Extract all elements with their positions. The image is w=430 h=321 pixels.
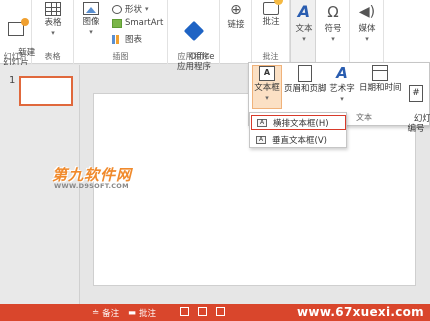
text-group-label: 文本 xyxy=(356,113,372,122)
group-slides: 新建 幻灯片 幻灯片 xyxy=(0,0,35,68)
group-links: ⊕ 链接 xyxy=(220,0,252,64)
text-icon: A xyxy=(297,2,311,21)
shapes-button[interactable]: 形状 ▾ xyxy=(112,3,149,15)
header-footer-icon xyxy=(298,65,312,82)
textbox-submenu: A 横排文本框(H) A 垂直文本框(V) xyxy=(249,112,347,148)
calendar-icon xyxy=(372,65,388,81)
reading-view-icon xyxy=(216,307,225,316)
slide-sorter-icon xyxy=(198,307,207,316)
office-icon xyxy=(183,20,205,42)
comment-icon xyxy=(263,0,283,15)
chevron-down-icon: ▾ xyxy=(302,35,306,43)
chevron-down-icon: ▾ xyxy=(365,35,369,43)
comment-button[interactable]: 批注 xyxy=(258,0,284,27)
group-label-apps: 应用程序 xyxy=(177,52,210,61)
table-button[interactable]: 表格 ▾ xyxy=(42,2,64,38)
notes-button[interactable]: ≐ 备注 xyxy=(92,307,119,319)
vertical-textbox-icon: A xyxy=(256,135,266,144)
chart-icon xyxy=(112,34,122,44)
table-icon xyxy=(45,2,61,16)
comments-button[interactable]: ▬ 批注 xyxy=(128,307,156,319)
slide-number-icon: # xyxy=(409,85,423,102)
group-images: 图像 ▾ 形状 ▾ SmartArt 图表 插图 xyxy=(74,0,168,64)
group-comments: 批注 批注 xyxy=(252,0,290,64)
smartart-icon xyxy=(112,18,122,28)
vertical-textbox-item[interactable]: A 垂直文本框(V) xyxy=(251,132,346,147)
media-button[interactable]: ◀) 媒体 ▾ xyxy=(356,2,378,44)
symbols-button[interactable]: Ω 符号 ▾ xyxy=(322,2,344,44)
office-apps-button[interactable]: Office 应用程序 xyxy=(172,2,216,82)
chart-button[interactable]: 图表 xyxy=(112,33,142,45)
image-icon xyxy=(83,2,99,15)
watermark-url: WWW.D9SOFT.COM xyxy=(54,182,129,190)
chevron-down-icon: ▾ xyxy=(340,95,344,103)
link-button[interactable]: ⊕ 链接 xyxy=(224,2,248,30)
horizontal-textbox-item[interactable]: A 横排文本框(H) xyxy=(251,115,346,130)
group-tables: 表格 ▾ 表格 xyxy=(32,0,74,64)
chevron-down-icon: ▾ xyxy=(51,29,55,37)
wordart-icon: A xyxy=(336,64,348,82)
chevron-down-icon: ▾ xyxy=(331,35,335,43)
site-url: www.67xuexi.com xyxy=(297,305,424,319)
smartart-button[interactable]: SmartArt xyxy=(112,18,163,28)
text-button: A 文本 ▾ xyxy=(293,2,315,44)
normal-view-icon xyxy=(180,307,189,316)
omega-icon: Ω xyxy=(327,3,339,21)
horizontal-textbox-icon: A xyxy=(257,118,267,127)
group-label-comments: 批注 xyxy=(262,52,279,61)
group-label-images: 插图 xyxy=(112,52,129,61)
ribbon: 新建 幻灯片 幻灯片 表格 ▾ 表格 图像 ▾ 形状 ▾ SmartArt 图表 xyxy=(0,0,430,72)
group-label-tables: 表格 xyxy=(44,52,61,61)
group-label-slides: 幻灯片 xyxy=(3,52,28,61)
speaker-icon: ◀) xyxy=(358,4,376,20)
slide-thumbnail[interactable] xyxy=(19,76,73,106)
slide-number-button[interactable]: # 幻灯片 编号 xyxy=(403,65,430,144)
slide-sorter-button[interactable] xyxy=(198,307,207,316)
header-footer-button[interactable]: 页眉和页脚 xyxy=(284,65,327,94)
reading-view-button[interactable] xyxy=(216,307,225,316)
datetime-button[interactable]: 日期和时间 xyxy=(359,65,402,93)
normal-view-button[interactable] xyxy=(180,307,189,316)
notes-icon: ≐ xyxy=(92,308,100,318)
image-button[interactable]: 图像 ▾ xyxy=(80,2,102,37)
slide-number: 1 xyxy=(9,75,16,86)
link-icon: ⊕ xyxy=(230,2,242,18)
textbox-button[interactable]: A 文本框 ▾ xyxy=(252,65,282,109)
group-media: ◀) 媒体 ▾ xyxy=(350,0,384,64)
group-apps: Office 应用程序 应用程序 xyxy=(168,0,220,72)
chevron-down-icon: ▾ xyxy=(265,94,269,102)
chevron-down-icon: ▾ xyxy=(89,28,93,36)
shapes-icon xyxy=(112,4,122,14)
wordart-button[interactable]: A 艺术字 ▾ xyxy=(329,65,355,104)
status-bar: ≐ 备注 ▬ 批注 www.67xuexi.com xyxy=(0,304,430,321)
chevron-down-icon: ▾ xyxy=(145,5,149,13)
comments-icon: ▬ xyxy=(128,308,137,318)
text-group-button[interactable]: A 文本 ▾ xyxy=(290,0,316,64)
textbox-icon: A xyxy=(259,66,275,81)
group-symbols: Ω 符号 ▾ xyxy=(316,0,350,64)
new-slide-icon xyxy=(8,18,29,36)
